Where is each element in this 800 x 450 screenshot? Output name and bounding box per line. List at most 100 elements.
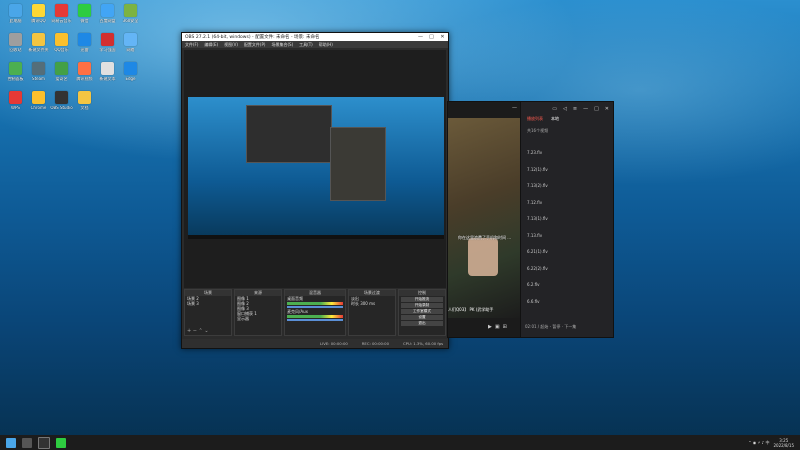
duration-input[interactable]: 300 ms — [360, 301, 375, 306]
desktop-icon-label: 网络 — [126, 48, 135, 52]
obs-taskbar-icon[interactable] — [38, 436, 50, 449]
desktop-icon[interactable]: 360安全 — [117, 4, 144, 24]
sources-dock: 来源 图像 1 图像 2 图像 3 窗口捕获 1 显示器 — [234, 289, 283, 336]
add-scene-button[interactable]: + − ⌃ ⌄ — [187, 328, 209, 334]
menu-scene-collection[interactable]: 场景集合(S) — [271, 42, 293, 48]
playlist-item[interactable]: 7.12(1).flv — [527, 167, 548, 172]
app-icon — [32, 4, 45, 17]
scenes-dock: 场景 场景 2 场景 3 + − ⌃ ⌄ — [184, 289, 233, 336]
video-frame[interactable] — [448, 118, 521, 318]
controls-dock: 控制 开始推流 开始录制 工作室模式 设置 退出 — [397, 289, 446, 336]
desktop-icon-label: Edge — [125, 77, 136, 81]
system-tray: ⌃ ◉ ⚡ ♪ 中 3:25 2022/8/15 — [748, 438, 800, 448]
app-icon — [124, 4, 137, 17]
preview-nested-player — [330, 127, 386, 201]
video-caption: 人们Q03】 PK (武学助手 — [448, 307, 494, 312]
exit-button[interactable]: 退出 — [400, 321, 443, 326]
app-icon — [55, 4, 68, 17]
playlist-item[interactable]: 6.6.flv — [527, 299, 540, 304]
menu-tools[interactable]: 工具(T) — [299, 42, 313, 48]
app-icon — [101, 33, 114, 46]
maximize-button[interactable]: □ — [426, 34, 437, 40]
player-minimize-button[interactable]: — — [512, 105, 517, 111]
playlist-item[interactable]: 7.23.flv — [527, 150, 542, 155]
app-icon — [101, 62, 114, 75]
playlist-item[interactable]: 6.2.flv — [527, 282, 540, 287]
scene-item[interactable]: 场景 3 — [185, 301, 231, 306]
playlist-minimize-button[interactable]: — — [583, 106, 588, 112]
clock-date: 2022/8/15 — [773, 442, 794, 448]
volume-slider[interactable] — [287, 306, 343, 308]
app-icon — [78, 33, 91, 46]
mixer-dock: 混音器 桌面音频 麦克风/Aux — [284, 289, 346, 336]
desktop-icon[interactable]: 文档 — [71, 91, 98, 111]
share-icon[interactable]: ◁ — [563, 106, 567, 112]
preview-taskbar — [188, 235, 444, 239]
transitions-dock: 场景过渡 淡出 时长 300 ms — [347, 289, 396, 336]
tab-playlist[interactable]: 播放列表 — [527, 116, 543, 122]
app-icon — [9, 91, 22, 104]
playlist-item[interactable]: 7.13(2).flv — [527, 183, 548, 188]
obs-window[interactable]: OBS 27.2.1 (64-bit, windows) - 配置文件: 未命名… — [181, 32, 449, 349]
menu-icon[interactable]: ≡ — [573, 106, 577, 112]
duration-label: 时长 — [350, 301, 359, 306]
mixer-track-label: 桌面音频 — [287, 296, 304, 301]
desktop-icon-label: 文档 — [80, 106, 89, 110]
playlist-item[interactable]: 6.21(1).flv — [527, 249, 548, 254]
video-player-window[interactable]: — 你在这里浪费了手机和时间 ... 人们Q03】 PK (武学助手 ▶▣⊞ — [447, 101, 522, 338]
tray-icons[interactable]: ⌃ ◉ ⚡ ♪ 中 — [748, 440, 769, 446]
playlist-item[interactable]: 6.22(2).flv — [527, 266, 548, 271]
app-icon — [124, 33, 137, 46]
desktop-icon[interactable]: 网络 — [117, 33, 144, 53]
playlist-footer: 02:01 / 起始 - 暂停 · 下一集 — [525, 324, 577, 329]
rec-status: REC: 00:00:00 — [361, 341, 390, 346]
menu-edit[interactable]: 编辑(E) — [204, 42, 218, 48]
playlist-item[interactable]: 7.13.flv — [527, 233, 542, 238]
playlist-count: 共16个视频 — [527, 128, 549, 133]
obs-preview[interactable] — [184, 50, 446, 288]
start-icon[interactable] — [6, 437, 16, 448]
desktop-icon-label: 360安全 — [122, 19, 139, 23]
start-streaming-button[interactable]: 开始推流 — [400, 297, 443, 302]
studio-mode-button[interactable]: 工作室模式 — [400, 309, 443, 314]
volume-meter — [287, 302, 343, 305]
menu-help[interactable]: 帮助(H) — [319, 42, 333, 48]
duration-row: 时长 300 ms — [349, 301, 395, 306]
volume-slider[interactable] — [287, 319, 343, 321]
mixer-track-label: 麦克风/Aux — [287, 309, 309, 314]
player-controls[interactable]: ▶▣⊞ — [488, 324, 510, 330]
clock[interactable]: 3:25 2022/8/15 — [773, 438, 794, 448]
preview-nested-obs — [246, 105, 332, 163]
app-icon — [101, 4, 114, 17]
search-icon[interactable] — [22, 437, 32, 448]
pin-icon[interactable]: ▭ — [552, 106, 557, 112]
obs-title: OBS 27.2.1 (64-bit, windows) - 配置文件: 未命名… — [185, 35, 320, 40]
playlist-restore-button[interactable]: □ — [594, 106, 599, 112]
menu-file[interactable]: 文件(F) — [185, 42, 198, 48]
menu-profile[interactable]: 配置文件(P) — [244, 42, 266, 48]
playlist-item[interactable]: 7.13(1).flv — [527, 216, 548, 221]
app-icon — [9, 33, 22, 46]
app-icon — [78, 4, 91, 17]
wechat-taskbar-icon[interactable] — [56, 437, 66, 448]
playlist-close-button[interactable]: ✕ — [605, 106, 609, 112]
app-icon — [55, 62, 68, 75]
tab-local[interactable]: 本地 — [551, 116, 559, 122]
close-button[interactable]: ✕ — [437, 34, 448, 40]
source-item[interactable]: 显示器 — [235, 316, 281, 321]
start-recording-button[interactable]: 开始录制 — [400, 303, 443, 308]
desktop-icon[interactable]: Edge — [117, 62, 144, 82]
volume-meter — [287, 315, 343, 318]
obs-titlebar[interactable]: OBS 27.2.1 (64-bit, windows) - 配置文件: 未命名… — [182, 33, 448, 41]
app-icon — [32, 33, 45, 46]
app-icon — [55, 91, 68, 104]
app-icon — [78, 62, 91, 75]
menu-view[interactable]: 视图(V) — [224, 42, 238, 48]
cpu-status: CPU: 1.3%, 60.00 fps — [403, 341, 444, 346]
minimize-button[interactable]: — — [415, 34, 426, 40]
streamer-facecam — [468, 238, 498, 276]
obs-docks: 场景 场景 2 场景 3 + − ⌃ ⌄ 来源 图像 1 图像 2 图像 3 窗… — [184, 289, 446, 336]
playlist-item[interactable]: 7.12.flv — [527, 200, 542, 205]
settings-button[interactable]: 设置 — [400, 315, 443, 320]
playlist-window[interactable]: ▭ ◁ ≡ — □ ✕ 播放列表 本地 共16个视频 7.23.flv 7.12(… — [520, 101, 614, 338]
